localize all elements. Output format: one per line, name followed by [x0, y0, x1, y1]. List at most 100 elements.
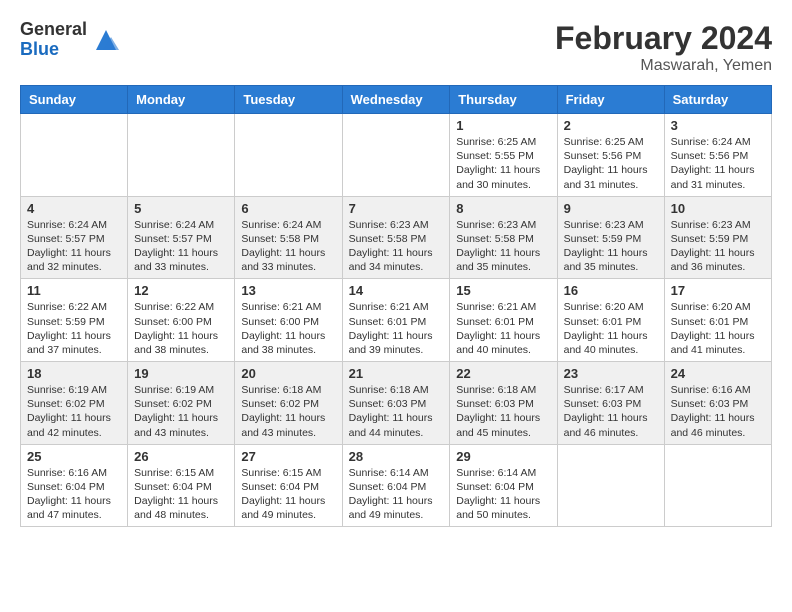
calendar-cell: 14 Sunrise: 6:21 AM Sunset: 6:01 PM Dayli… — [342, 279, 450, 362]
page-header: General Blue February 2024 Maswarah, Yem… — [20, 20, 772, 75]
day-info: Sunrise: 6:22 AM Sunset: 6:00 PM Dayligh… — [134, 300, 228, 357]
calendar-cell: 18 Sunrise: 6:19 AM Sunset: 6:02 PM Dayli… — [21, 362, 128, 445]
day-info: Sunrise: 6:25 AM Sunset: 5:55 PM Dayligh… — [456, 135, 550, 192]
calendar-cell: 24 Sunrise: 6:16 AM Sunset: 6:03 PM Dayli… — [664, 362, 771, 445]
day-number: 15 — [456, 283, 550, 298]
logo-text: General Blue — [20, 20, 87, 60]
calendar-cell — [128, 114, 235, 197]
logo-icon — [91, 25, 121, 55]
calendar-header-row: SundayMondayTuesdayWednesdayThursdayFrid… — [21, 86, 772, 114]
day-number: 16 — [564, 283, 658, 298]
calendar-header-friday: Friday — [557, 86, 664, 114]
day-number: 18 — [27, 366, 121, 381]
day-info: Sunrise: 6:21 AM Sunset: 6:01 PM Dayligh… — [349, 300, 444, 357]
calendar-header-tuesday: Tuesday — [235, 86, 342, 114]
day-number: 2 — [564, 118, 658, 133]
calendar-week-2: 4Sunrise: 6:24 AM Sunset: 5:57 PM Daylig… — [21, 196, 772, 279]
calendar-cell — [21, 114, 128, 197]
calendar-cell: 5 Sunrise: 6:24 AM Sunset: 5:57 PM Daylig… — [128, 196, 235, 279]
calendar-week-5: 25Sunrise: 6:16 AM Sunset: 6:04 PM Dayli… — [21, 444, 772, 527]
main-title: February 2024 — [555, 20, 772, 57]
calendar-week-3: 11Sunrise: 6:22 AM Sunset: 5:59 PM Dayli… — [21, 279, 772, 362]
calendar-cell: 20Sunrise: 6:18 AM Sunset: 6:02 PM Dayli… — [235, 362, 342, 445]
day-info: Sunrise: 6:17 AM Sunset: 6:03 PM Dayligh… — [564, 383, 658, 440]
calendar-cell: 28 Sunrise: 6:14 AM Sunset: 6:04 PM Dayli… — [342, 444, 450, 527]
calendar-cell — [557, 444, 664, 527]
day-info: Sunrise: 6:14 AM Sunset: 6:04 PM Dayligh… — [349, 466, 444, 523]
day-number: 6 — [241, 201, 335, 216]
calendar-cell: 6 Sunrise: 6:24 AM Sunset: 5:58 PM Daylig… — [235, 196, 342, 279]
calendar-cell: 22Sunrise: 6:18 AM Sunset: 6:03 PM Dayli… — [450, 362, 557, 445]
day-info: Sunrise: 6:16 AM Sunset: 6:03 PM Dayligh… — [671, 383, 765, 440]
day-number: 23 — [564, 366, 658, 381]
calendar-week-1: 1Sunrise: 6:25 AM Sunset: 5:55 PM Daylig… — [21, 114, 772, 197]
calendar-cell: 8Sunrise: 6:23 AM Sunset: 5:58 PM Daylig… — [450, 196, 557, 279]
day-info: Sunrise: 6:20 AM Sunset: 6:01 PM Dayligh… — [564, 300, 658, 357]
calendar-cell: 25Sunrise: 6:16 AM Sunset: 6:04 PM Dayli… — [21, 444, 128, 527]
day-number: 14 — [349, 283, 444, 298]
day-info: Sunrise: 6:23 AM Sunset: 5:59 PM Dayligh… — [671, 218, 765, 275]
day-number: 19 — [134, 366, 228, 381]
day-number: 21 — [349, 366, 444, 381]
day-number: 13 — [241, 283, 335, 298]
day-number: 20 — [241, 366, 335, 381]
calendar-cell: 23 Sunrise: 6:17 AM Sunset: 6:03 PM Dayli… — [557, 362, 664, 445]
title-section: February 2024 Maswarah, Yemen — [555, 20, 772, 75]
day-number: 29 — [456, 449, 550, 464]
day-number: 3 — [671, 118, 765, 133]
calendar-cell: 1Sunrise: 6:25 AM Sunset: 5:55 PM Daylig… — [450, 114, 557, 197]
calendar-cell: 10Sunrise: 6:23 AM Sunset: 5:59 PM Dayli… — [664, 196, 771, 279]
calendar-header-thursday: Thursday — [450, 86, 557, 114]
day-info: Sunrise: 6:24 AM Sunset: 5:58 PM Dayligh… — [241, 218, 335, 275]
calendar-cell: 15 Sunrise: 6:21 AM Sunset: 6:01 PM Dayli… — [450, 279, 557, 362]
day-number: 9 — [564, 201, 658, 216]
calendar-cell: 7 Sunrise: 6:23 AM Sunset: 5:58 PM Daylig… — [342, 196, 450, 279]
calendar-header-monday: Monday — [128, 86, 235, 114]
calendar-cell: 11Sunrise: 6:22 AM Sunset: 5:59 PM Dayli… — [21, 279, 128, 362]
calendar-cell: 4Sunrise: 6:24 AM Sunset: 5:57 PM Daylig… — [21, 196, 128, 279]
day-number: 26 — [134, 449, 228, 464]
day-info: Sunrise: 6:20 AM Sunset: 6:01 PM Dayligh… — [671, 300, 765, 357]
logo: General Blue — [20, 20, 121, 60]
day-info: Sunrise: 6:19 AM Sunset: 6:02 PM Dayligh… — [27, 383, 121, 440]
calendar-cell: 13 Sunrise: 6:21 AM Sunset: 6:00 PM Dayli… — [235, 279, 342, 362]
day-number: 7 — [349, 201, 444, 216]
calendar-cell: 17Sunrise: 6:20 AM Sunset: 6:01 PM Dayli… — [664, 279, 771, 362]
day-info: Sunrise: 6:25 AM Sunset: 5:56 PM Dayligh… — [564, 135, 658, 192]
day-info: Sunrise: 6:24 AM Sunset: 5:57 PM Dayligh… — [134, 218, 228, 275]
calendar-header-wednesday: Wednesday — [342, 86, 450, 114]
day-number: 25 — [27, 449, 121, 464]
day-info: Sunrise: 6:24 AM Sunset: 5:57 PM Dayligh… — [27, 218, 121, 275]
day-number: 5 — [134, 201, 228, 216]
day-info: Sunrise: 6:14 AM Sunset: 6:04 PM Dayligh… — [456, 466, 550, 523]
calendar-cell — [664, 444, 771, 527]
logo-general: General — [20, 20, 87, 40]
logo-blue: Blue — [20, 40, 87, 60]
day-info: Sunrise: 6:21 AM Sunset: 6:00 PM Dayligh… — [241, 300, 335, 357]
calendar-cell: 3 Sunrise: 6:24 AM Sunset: 5:56 PM Daylig… — [664, 114, 771, 197]
calendar-cell — [235, 114, 342, 197]
day-info: Sunrise: 6:21 AM Sunset: 6:01 PM Dayligh… — [456, 300, 550, 357]
day-number: 12 — [134, 283, 228, 298]
calendar-week-4: 18 Sunrise: 6:19 AM Sunset: 6:02 PM Dayli… — [21, 362, 772, 445]
calendar-cell: 21Sunrise: 6:18 AM Sunset: 6:03 PM Dayli… — [342, 362, 450, 445]
calendar-cell: 29 Sunrise: 6:14 AM Sunset: 6:04 PM Dayli… — [450, 444, 557, 527]
calendar-header-saturday: Saturday — [664, 86, 771, 114]
day-number: 28 — [349, 449, 444, 464]
calendar-cell: 9 Sunrise: 6:23 AM Sunset: 5:59 PM Daylig… — [557, 196, 664, 279]
calendar-cell: 27Sunrise: 6:15 AM Sunset: 6:04 PM Dayli… — [235, 444, 342, 527]
calendar-cell: 19Sunrise: 6:19 AM Sunset: 6:02 PM Dayli… — [128, 362, 235, 445]
day-info: Sunrise: 6:15 AM Sunset: 6:04 PM Dayligh… — [134, 466, 228, 523]
calendar-table: SundayMondayTuesdayWednesdayThursdayFrid… — [20, 85, 772, 527]
day-info: Sunrise: 6:24 AM Sunset: 5:56 PM Dayligh… — [671, 135, 765, 192]
subtitle: Maswarah, Yemen — [555, 57, 772, 75]
calendar-cell — [342, 114, 450, 197]
calendar-cell: 26 Sunrise: 6:15 AM Sunset: 6:04 PM Dayli… — [128, 444, 235, 527]
day-number: 24 — [671, 366, 765, 381]
calendar-cell: 2 Sunrise: 6:25 AM Sunset: 5:56 PM Daylig… — [557, 114, 664, 197]
day-info: Sunrise: 6:23 AM Sunset: 5:58 PM Dayligh… — [456, 218, 550, 275]
day-number: 11 — [27, 283, 121, 298]
day-info: Sunrise: 6:23 AM Sunset: 5:59 PM Dayligh… — [564, 218, 658, 275]
day-info: Sunrise: 6:23 AM Sunset: 5:58 PM Dayligh… — [349, 218, 444, 275]
calendar-cell: 12 Sunrise: 6:22 AM Sunset: 6:00 PM Dayli… — [128, 279, 235, 362]
